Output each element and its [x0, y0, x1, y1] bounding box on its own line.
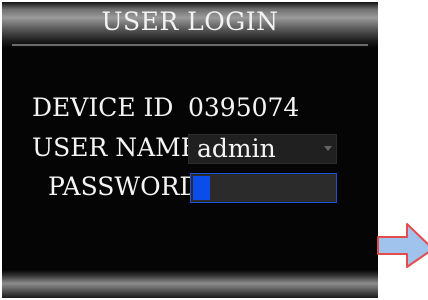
dialog-title-bar: USER LOGIN: [2, 2, 378, 48]
arrow-icon: [377, 223, 428, 268]
login-dialog: USER LOGIN DEVICE ID 0395074 USER NAME a…: [2, 2, 378, 298]
user-name-value: admin: [197, 134, 276, 163]
chevron-down-icon: [324, 146, 332, 151]
password-input[interactable]: [190, 173, 337, 203]
password-label: PASSWORD: [48, 172, 200, 201]
user-name-dropdown[interactable]: admin: [188, 134, 337, 164]
user-name-label: USER NAME: [32, 133, 199, 162]
title-divider: [12, 44, 368, 46]
dialog-title: USER LOGIN: [101, 7, 279, 36]
dialog-bottom-bar: [2, 270, 378, 298]
text-cursor: [193, 176, 210, 200]
device-id-value: 0395074: [188, 93, 300, 122]
device-id-label: DEVICE ID: [32, 93, 174, 122]
